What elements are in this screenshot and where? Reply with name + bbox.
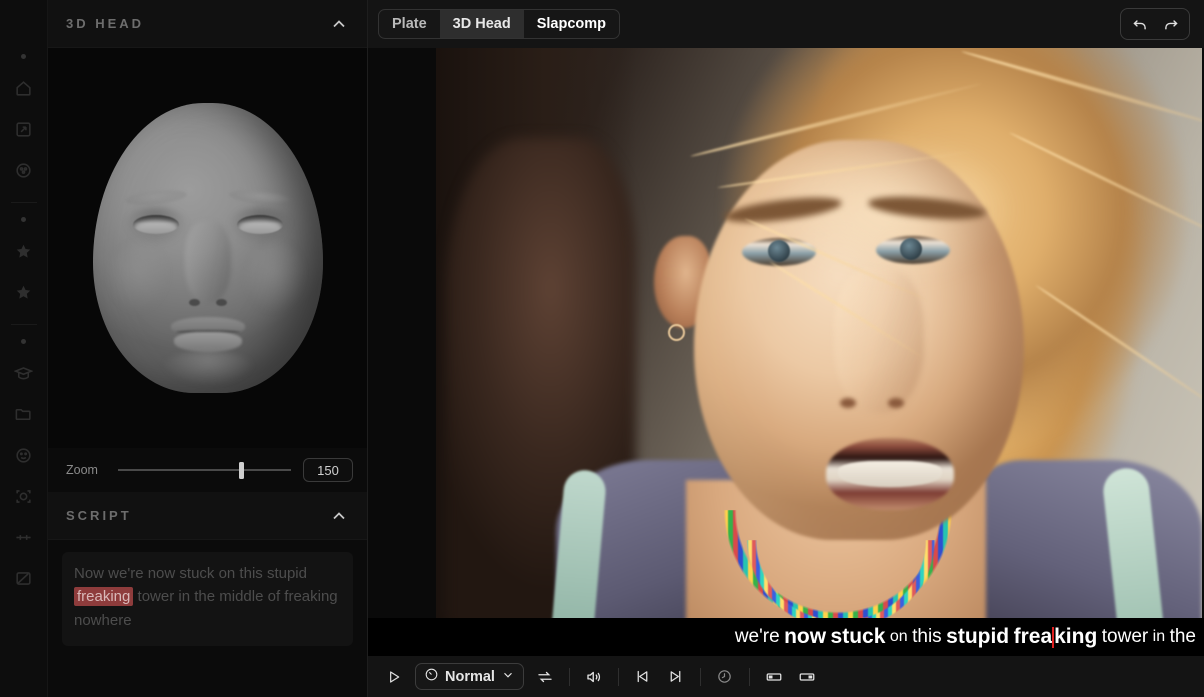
subtitle-word[interactable]: on xyxy=(890,628,908,646)
subtitle-word[interactable]: frea xyxy=(1014,625,1053,649)
film-target-icon[interactable] xyxy=(9,155,39,185)
zoom-control-row: Zoom 150 xyxy=(48,448,367,492)
share-square-icon[interactable] xyxy=(9,114,39,144)
script-section-header[interactable]: SCRIPT xyxy=(48,492,367,540)
divider xyxy=(569,668,570,686)
script-body: Now we're now stuck on this stupid freak… xyxy=(48,540,367,697)
video-frame[interactable] xyxy=(436,48,1202,640)
dot-icon xyxy=(21,217,26,222)
head-mesh xyxy=(93,103,323,393)
script-text[interactable]: Now we're now stuck on this stupid freak… xyxy=(62,552,353,646)
clock-rewind-icon[interactable] xyxy=(713,665,737,689)
star-icon[interactable] xyxy=(9,277,39,307)
player-bar: Normal xyxy=(368,656,1204,697)
face-smile-icon[interactable] xyxy=(9,440,39,470)
gauge-icon xyxy=(424,667,439,686)
image-icon[interactable] xyxy=(9,563,39,593)
zoom-slider-track xyxy=(118,469,291,471)
head-section-title: 3D HEAD xyxy=(66,16,144,31)
subtitle-word[interactable]: the xyxy=(1170,626,1196,648)
redo-icon[interactable] xyxy=(1157,13,1183,35)
subtitle-word[interactable]: we're xyxy=(735,626,780,648)
subtitle-word[interactable]: this xyxy=(912,626,942,648)
playback-speed-select[interactable]: Normal xyxy=(415,663,524,690)
view-tab-group: Plate 3D Head Slapcomp xyxy=(378,9,620,39)
main-area: Plate 3D Head Slapcomp xyxy=(368,0,1204,697)
subtitle-word[interactable]: stuck xyxy=(831,625,886,649)
divider xyxy=(749,668,750,686)
left-panel: 3D HEAD Zoom xyxy=(48,0,368,697)
dot-icon xyxy=(21,54,26,59)
head-3d-viewport[interactable] xyxy=(48,48,367,448)
panel-right-icon[interactable] xyxy=(795,665,819,689)
star-icon[interactable] xyxy=(9,236,39,266)
divider xyxy=(700,668,701,686)
top-bar: Plate 3D Head Slapcomp xyxy=(368,0,1204,48)
sliders-icon[interactable] xyxy=(9,522,39,552)
chevron-up-icon[interactable] xyxy=(329,14,349,34)
tab-slapcomp[interactable]: Slapcomp xyxy=(524,10,619,38)
panel-left-icon[interactable] xyxy=(762,665,786,689)
zoom-slider[interactable] xyxy=(118,461,291,479)
script-section-title: SCRIPT xyxy=(66,508,132,523)
subtitle-word[interactable]: tower xyxy=(1102,626,1148,648)
graduation-cap-icon[interactable] xyxy=(9,358,39,388)
face-scan-icon[interactable] xyxy=(9,481,39,511)
undo-icon[interactable] xyxy=(1127,13,1153,35)
skip-back-icon[interactable] xyxy=(631,665,655,689)
rail-divider xyxy=(11,202,37,203)
divider xyxy=(618,668,619,686)
history-button-group xyxy=(1120,8,1190,40)
chevron-up-icon[interactable] xyxy=(329,506,349,526)
left-icon-rail xyxy=(0,0,48,697)
subtitle-word[interactable]: now xyxy=(784,625,826,649)
loop-icon[interactable] xyxy=(533,665,557,689)
skip-forward-icon[interactable] xyxy=(664,665,688,689)
zoom-label: Zoom xyxy=(66,463,106,477)
rail-divider xyxy=(11,324,37,325)
dot-icon xyxy=(21,339,26,344)
playback-speed-label: Normal xyxy=(445,669,495,685)
head-section-header[interactable]: 3D HEAD xyxy=(48,0,367,48)
volume-icon[interactable] xyxy=(582,665,606,689)
zoom-slider-handle[interactable] xyxy=(239,462,244,479)
subtitle-word[interactable]: stupid xyxy=(946,625,1009,649)
script-text-before: Now we're now stuck on this stupid xyxy=(74,565,307,582)
tab-plate[interactable]: Plate xyxy=(379,10,440,38)
subtitle-bar[interactable]: we're now stuck on this stupid freaking … xyxy=(368,618,1204,656)
home-icon[interactable] xyxy=(9,73,39,103)
chevron-down-icon[interactable] xyxy=(501,668,515,686)
tab-3d-head[interactable]: 3D Head xyxy=(440,10,524,38)
viewer-stage: we're now stuck on this stupid freaking … xyxy=(368,48,1204,656)
folder-icon[interactable] xyxy=(9,399,39,429)
subtitle-word[interactable]: king xyxy=(1054,625,1097,649)
zoom-value-input[interactable]: 150 xyxy=(303,458,353,482)
script-highlight-word[interactable]: freaking xyxy=(74,587,133,606)
subtitle-word[interactable]: in xyxy=(1153,628,1165,646)
play-icon[interactable] xyxy=(382,665,406,689)
app-window: 3D HEAD Zoom xyxy=(0,0,1204,697)
